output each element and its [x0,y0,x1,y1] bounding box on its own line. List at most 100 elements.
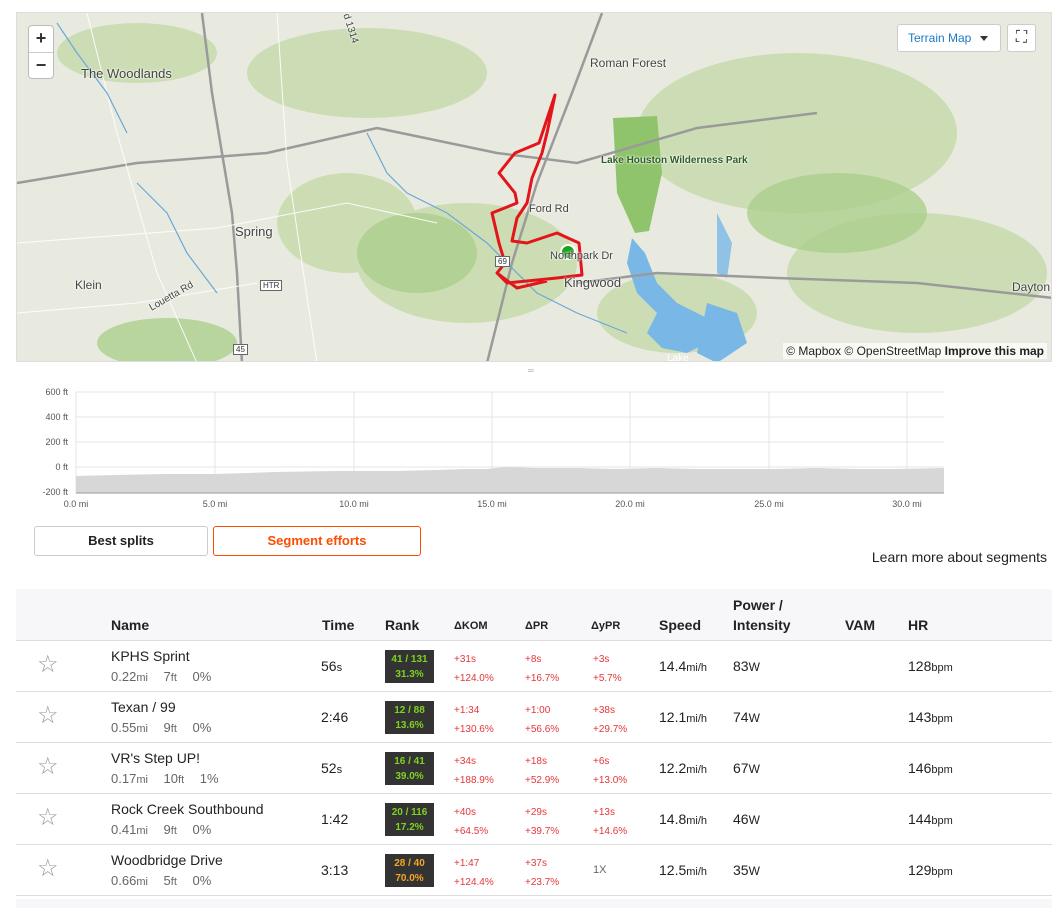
learn-more-link[interactable]: Learn more about segments [872,549,1047,565]
speed-value: 12.2 [659,760,687,776]
delta-kom: +34s +188.9% [454,752,494,790]
rank-percent: 39.0% [395,771,424,782]
star-icon[interactable]: ☆ [37,704,59,728]
zoom-in-button[interactable]: + [29,26,53,52]
segment-stats: 0.17mi 10ft 1% [111,771,219,786]
effort-time: 2:46 [321,709,348,725]
effort-speed: 12.2mi/h [659,760,707,776]
segment-distance: 0.55 [111,720,137,735]
distance-unit: mi [136,876,148,888]
resize-handle[interactable]: ═ [528,366,538,375]
header-delta-pr[interactable]: ΔPR [525,620,548,632]
attribution-mapbox-link[interactable]: © Mapbox [786,344,841,358]
label-roman-forest: Roman Forest [590,56,667,70]
star-icon[interactable]: ☆ [37,755,59,779]
delta-ypr-time: +38s [593,705,615,716]
star-icon[interactable]: ☆ [37,806,59,830]
hr-value: 129 [908,862,932,878]
chevron-down-icon [980,36,988,41]
speed-value: 14.4 [659,658,687,674]
delta-ypr-time: 1X [593,864,607,876]
delta-ypr-time: +6s [593,756,610,767]
delta-pr-time: +37s [525,858,547,869]
rank-badge: 16 / 41 39.0% [385,752,434,785]
speed-unit: mi/h [686,713,708,725]
delta-ypr-percent: +29.7% [593,724,628,735]
segment-stats: 0.55mi 9ft 0% [111,720,211,735]
segment-stats: 0.66mi 5ft 0% [111,873,211,888]
segment-grade: 0% [192,873,212,888]
header-speed[interactable]: Speed [659,617,701,633]
elevation-profile[interactable]: ═ 600 ft 400 ft 200 ft 0 ft -200 ft 0.0 … [16,366,1050,518]
rank-badge: 28 / 40 70.0% [385,854,434,887]
header-hr[interactable]: HR [908,617,928,633]
time-value: 2:46 [321,709,349,725]
header-power-line2[interactable]: Intensity [733,617,791,633]
power-unit: W [748,864,760,878]
delta-pr: +37s +23.7% [525,854,559,892]
effort-power: 67W [733,760,760,776]
tab-best-splits[interactable]: Best splits [34,526,208,556]
map-type-dropdown[interactable]: Terrain Map [897,24,1001,52]
x-tick-25: 25.0 mi [754,499,784,509]
delta-pr-percent: +52.9% [525,775,560,786]
rank-position: 41 / 131 [391,654,428,665]
delta-kom: +1:34 +130.6% [454,701,494,739]
segment-name-link[interactable]: VR's Step UP! [111,750,200,766]
improve-map-link[interactable]: Improve this map [945,344,1044,358]
tab-segment-efforts[interactable]: Segment efforts [213,526,421,556]
fullscreen-icon: ⛶ [1015,29,1028,46]
delta-pr-time: +18s [525,756,547,767]
table-row: ☆ KPHS Sprint 0.22mi 7ft 0% 56s 41 / 131… [16,641,1052,692]
delta-kom-time: +1:47 [454,858,480,869]
delta-kom-percent: +124.4% [454,877,494,888]
rank-position: 16 / 41 [394,756,425,767]
rank-position: 20 / 116 [391,807,428,818]
segment-elevation: 10 [163,771,179,786]
rank-position: 28 / 40 [394,858,425,869]
segment-name-link[interactable]: Woodbridge Drive [111,852,223,868]
delta-kom: +31s +124.0% [454,650,494,688]
fullscreen-button[interactable]: ⛶ [1007,24,1036,52]
hr-value: 146 [908,760,932,776]
effort-power: 83W [733,658,760,674]
label-lake: Lake [667,353,689,362]
attribution-osm-link[interactable]: © OpenStreetMap [844,344,941,358]
speed-value: 14.8 [659,811,687,827]
power-unit: W [748,660,760,674]
delta-pr-time: +8s [525,654,542,665]
effort-heart-rate: 128bpm [908,658,953,674]
segment-name-link[interactable]: Rock Creek Southbound [111,801,264,817]
power-value: 46 [733,811,749,827]
header-rank[interactable]: Rank [385,617,419,633]
delta-pr-percent: +16.7% [525,673,560,684]
delta-ypr-time: +3s [593,654,610,665]
star-icon[interactable]: ☆ [37,857,59,881]
header-delta-ypr[interactable]: ΔyPR [591,620,620,632]
rank-badge: 41 / 131 31.3% [385,650,434,683]
route-map[interactable]: The Woodlands Roman Forest Lake Houston … [16,12,1052,362]
header-vam[interactable]: VAM [845,617,875,633]
segment-stats: 0.22mi 7ft 0% [111,669,211,684]
delta-pr: +1:00 +56.6% [525,701,559,739]
table-footer [16,899,1052,908]
header-power-line1[interactable]: Power / [733,597,783,613]
distance-unit: mi [136,774,148,786]
effort-speed: 12.5mi/h [659,862,707,878]
segment-distance: 0.17 [111,771,137,786]
distance-unit: mi [136,723,148,735]
time-unit: s [336,764,343,776]
segment-distance: 0.66 [111,873,137,888]
star-icon[interactable]: ☆ [37,653,59,677]
delta-kom-percent: +130.6% [454,724,494,735]
effort-heart-rate: 143bpm [908,709,953,725]
header-delta-kom[interactable]: ΔKOM [454,620,488,632]
header-name[interactable]: Name [111,617,149,633]
x-tick-5: 5.0 mi [203,499,228,509]
segment-name-link[interactable]: Texan / 99 [111,699,176,715]
header-time[interactable]: Time [322,617,354,633]
segment-name-link[interactable]: KPHS Sprint [111,648,190,664]
zoom-out-button[interactable]: − [29,52,53,78]
speed-value: 12.1 [659,709,687,725]
delta-ypr: +13s +14.6% [593,803,627,841]
